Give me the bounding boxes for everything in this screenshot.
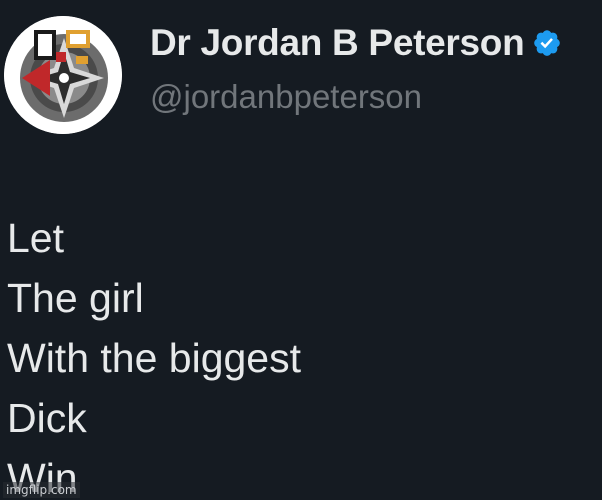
author-name-row: Dr Jordan B Peterson bbox=[150, 22, 562, 64]
verified-badge-icon bbox=[534, 30, 561, 56]
author-handle[interactable]: @jordanbpeterson bbox=[150, 78, 422, 116]
tweet-body-line: Let bbox=[7, 215, 64, 261]
tweet-body-line: The girl bbox=[7, 275, 144, 321]
author-display-name[interactable]: Dr Jordan B Peterson bbox=[150, 22, 525, 64]
tweet-body-line: With the biggest bbox=[7, 335, 301, 381]
tweet-body: Let The girl With the biggest Dick Win bbox=[7, 208, 301, 500]
author-avatar[interactable] bbox=[4, 16, 122, 134]
tweet-card: Dr Jordan B Peterson @jordanbpeterson Le… bbox=[0, 0, 602, 500]
profile-emblem-icon bbox=[4, 16, 122, 134]
imgflip-watermark: imgflip.com bbox=[3, 482, 80, 498]
tweet-body-line: Dick bbox=[7, 395, 87, 441]
